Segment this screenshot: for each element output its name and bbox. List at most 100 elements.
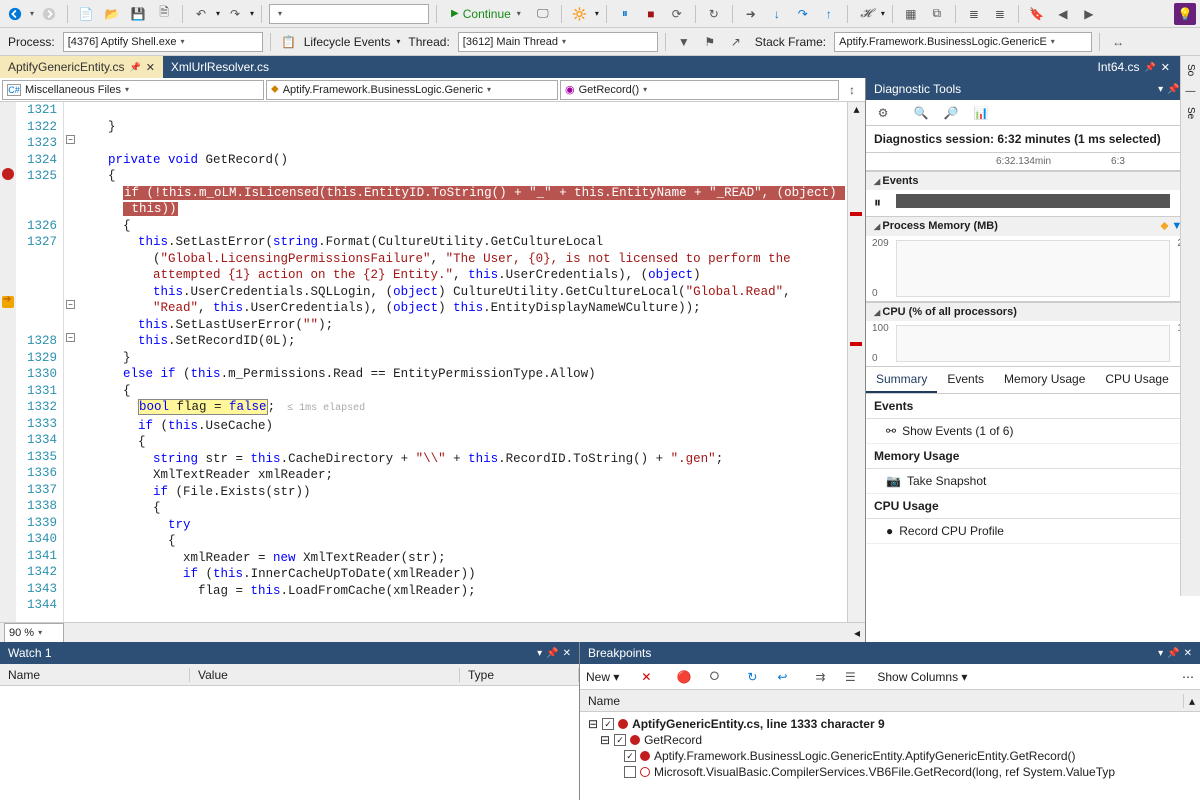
restart-icon[interactable]: ⟳ bbox=[666, 3, 688, 25]
next-bm-icon[interactable]: ▶ bbox=[1078, 3, 1100, 25]
server-explorer-tab[interactable]: Se bbox=[1185, 107, 1196, 119]
feedback-icon[interactable]: 💡 bbox=[1174, 3, 1196, 25]
events-track[interactable]: ⏸ bbox=[866, 190, 1200, 216]
share-icon[interactable]: ↗ bbox=[725, 31, 747, 53]
breakpoint-gutter[interactable] bbox=[0, 102, 16, 622]
disable-bp-icon[interactable]: ⭘ bbox=[703, 666, 725, 688]
export-icon[interactable]: ↩ bbox=[771, 666, 793, 688]
open-icon[interactable]: 📂 bbox=[101, 3, 123, 25]
cpu-chart[interactable]: 100 100 0 0 bbox=[866, 321, 1200, 367]
step-out-icon[interactable]: ↑ bbox=[818, 3, 840, 25]
pause-icon[interactable]: ⏸ bbox=[614, 3, 636, 25]
record-cpu-link[interactable]: ●Record CPU Profile bbox=[866, 519, 1200, 544]
bp-title-bar[interactable]: Breakpoints ▾📌✕ bbox=[580, 642, 1200, 664]
gear-icon[interactable]: ⚙ bbox=[872, 102, 894, 124]
code-editor[interactable]: 1321132213231324132513261327132813291330… bbox=[0, 102, 865, 622]
watch-title-bar[interactable]: Watch 1 ▾📌✕ bbox=[0, 642, 579, 664]
back-icon[interactable] bbox=[4, 3, 26, 25]
pin-icon[interactable]: 📌 bbox=[129, 62, 140, 73]
bp-row[interactable]: ⊟✓GetRecord bbox=[588, 732, 1192, 748]
forward-icon[interactable] bbox=[38, 3, 60, 25]
instruction-pointer-icon[interactable] bbox=[2, 296, 14, 308]
bp-row[interactable]: ✓Aptify.Framework.BusinessLogic.GenericE… bbox=[588, 748, 1192, 764]
tab-int64[interactable]: Int64.cs 📌 ✕ bbox=[1090, 56, 1178, 78]
hex-icon[interactable]: 𝓗 bbox=[855, 3, 877, 25]
col-type[interactable]: Type bbox=[460, 668, 579, 682]
pin-icon[interactable]: 📌 bbox=[1167, 648, 1179, 659]
vscroll-up-icon[interactable]: ▴ bbox=[1184, 694, 1200, 708]
lifecycle-icon[interactable]: 📋 bbox=[278, 31, 300, 53]
memory-chart[interactable]: 209 209 0 0 bbox=[866, 236, 1200, 302]
save-icon[interactable]: 💾 bbox=[127, 3, 149, 25]
show-events-link[interactable]: ⚯Show Events (1 of 6) bbox=[866, 419, 1200, 444]
step-over-icon[interactable]: ↷ bbox=[792, 3, 814, 25]
fold-gutter[interactable]: − − − bbox=[64, 102, 78, 622]
undo-icon[interactable]: ↶ bbox=[190, 3, 212, 25]
reset-view-icon[interactable]: 📊 bbox=[970, 102, 992, 124]
hscroll-left-icon[interactable]: ◂ bbox=[849, 626, 865, 640]
redo-icon[interactable]: ↷ bbox=[224, 3, 246, 25]
filter-icon[interactable]: ▼ bbox=[673, 31, 695, 53]
nav-class-dropdown[interactable]: ⬥Aptify.Framework.BusinessLogic.Generic bbox=[266, 80, 558, 100]
toolbox1-icon[interactable]: ▦ bbox=[900, 3, 922, 25]
flag-icon[interactable]: ⚑ bbox=[699, 31, 721, 53]
tab-aptifygenericentity[interactable]: AptifyGenericEntity.cs 📌 ✕ bbox=[0, 56, 163, 78]
zoom-in-icon[interactable]: 🔍 bbox=[910, 102, 932, 124]
memory-header[interactable]: Process Memory (MB) ⬥ ▼ ● bbox=[866, 216, 1200, 236]
dropdown-icon[interactable]: ▾ bbox=[537, 648, 542, 659]
process-dropdown[interactable]: [4376] Aptify Shell.exe bbox=[63, 32, 263, 52]
goto-disasm-icon[interactable]: ☰ bbox=[839, 666, 861, 688]
cpu-header[interactable]: CPU (% of all processors) bbox=[866, 302, 1200, 321]
bp-row[interactable]: ⊟✓AptifyGenericEntity.cs, line 1333 char… bbox=[588, 716, 1192, 732]
tab-xmlurlresolver[interactable]: XmlUrlResolver.cs bbox=[163, 56, 277, 78]
zoom-out-icon[interactable]: 🔎 bbox=[940, 102, 962, 124]
breakpoint-icon[interactable] bbox=[2, 168, 14, 180]
save-all-icon[interactable]: 🗎 bbox=[153, 3, 175, 25]
show-columns-dropdown[interactable]: Show Columns ▾ bbox=[877, 670, 967, 684]
new-project-icon[interactable]: 📄 bbox=[75, 3, 97, 25]
solution-explorer-tab[interactable]: So bbox=[1185, 64, 1196, 76]
vertical-scrollbar[interactable]: ▴ bbox=[847, 102, 865, 622]
lifecycle-label[interactable]: Lifecycle Events bbox=[304, 35, 391, 49]
diag-timeline-ruler[interactable]: 6:32.134min6:3 bbox=[866, 153, 1200, 171]
dropdown-icon[interactable]: ▾ bbox=[1158, 648, 1163, 659]
expand-icon[interactable]: ↔ bbox=[1107, 31, 1129, 53]
zoom-dropdown[interactable]: 90 % bbox=[4, 623, 64, 643]
take-snapshot-link[interactable]: 📷Take Snapshot bbox=[866, 469, 1200, 494]
prev-bm-icon[interactable]: ◀ bbox=[1052, 3, 1074, 25]
close-icon[interactable]: ✕ bbox=[1161, 61, 1170, 74]
delete-bp-icon[interactable]: ✕ bbox=[635, 666, 657, 688]
watch-grid-body[interactable] bbox=[0, 686, 579, 800]
overflow-icon[interactable]: ⋯ bbox=[1182, 670, 1194, 684]
nav-project-dropdown[interactable]: C#Miscellaneous Files bbox=[2, 80, 264, 100]
split-icon[interactable]: ↕ bbox=[841, 79, 863, 101]
dropdown-icon[interactable]: ▾ bbox=[1158, 84, 1163, 95]
pin-icon[interactable]: 📌 bbox=[1145, 62, 1156, 73]
tab-summary[interactable]: Summary bbox=[866, 367, 937, 393]
events-header[interactable]: Events bbox=[866, 171, 1200, 190]
stackframe-dropdown[interactable]: Aptify.Framework.BusinessLogic.GenericE bbox=[834, 32, 1092, 52]
stop-icon[interactable]: ■ bbox=[640, 3, 662, 25]
browser-icon[interactable]: 🖵 bbox=[532, 3, 554, 25]
show-next-icon[interactable]: ➜ bbox=[740, 3, 762, 25]
indent-icon[interactable]: ≣ bbox=[963, 3, 985, 25]
diag-title-bar[interactable]: Diagnostic Tools ▾📌✕ bbox=[866, 78, 1200, 100]
continue-button[interactable]: Continue bbox=[444, 3, 528, 25]
close-icon[interactable]: ✕ bbox=[1184, 648, 1192, 659]
new-bp-dropdown[interactable]: New ▾ bbox=[586, 670, 619, 684]
refresh-icon[interactable]: ↻ bbox=[703, 3, 725, 25]
code-body[interactable]: } private void GetRecord() { if (!this.m… bbox=[78, 102, 865, 622]
goto-source-icon[interactable]: ⇉ bbox=[809, 666, 831, 688]
config-dropdown[interactable] bbox=[269, 4, 429, 24]
collapsed-sidebar[interactable]: So — Se bbox=[1180, 56, 1200, 596]
import-icon[interactable]: ↻ bbox=[741, 666, 763, 688]
close-icon[interactable]: ✕ bbox=[563, 648, 571, 659]
toolbox2-icon[interactable]: ⧉ bbox=[926, 3, 948, 25]
enable-bp-icon[interactable]: 🔴 bbox=[673, 666, 695, 688]
col-name[interactable]: Name bbox=[0, 668, 190, 682]
pin-icon[interactable]: 📌 bbox=[546, 648, 558, 659]
tab-memory[interactable]: Memory Usage bbox=[994, 367, 1095, 393]
col-value[interactable]: Value bbox=[190, 668, 460, 682]
nav-member-dropdown[interactable]: ◉GetRecord() bbox=[560, 80, 839, 100]
step-into-icon[interactable]: ↓ bbox=[766, 3, 788, 25]
